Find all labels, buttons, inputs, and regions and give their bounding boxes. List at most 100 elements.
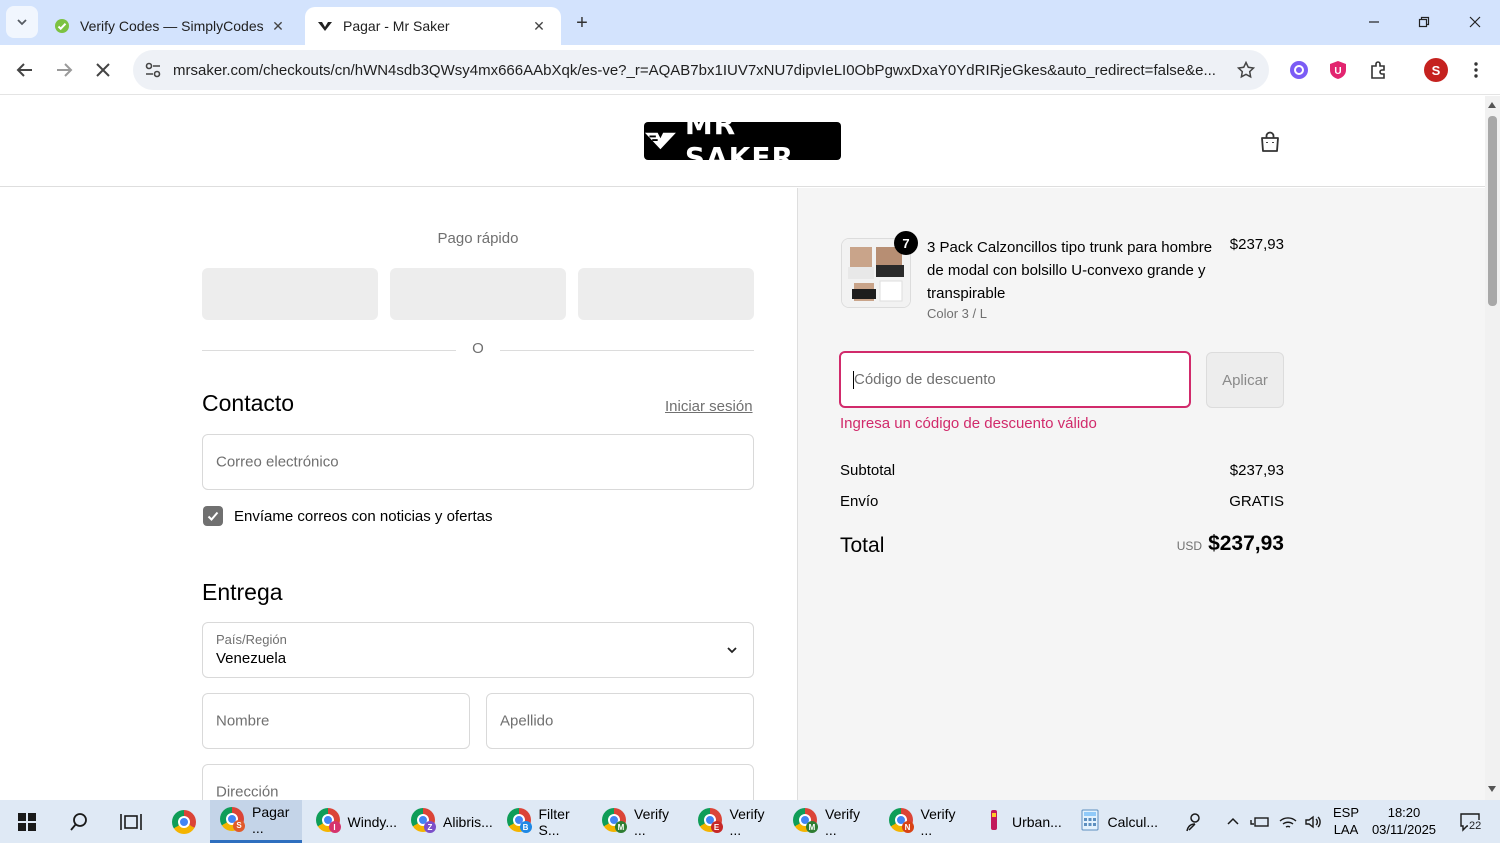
search-icon	[70, 812, 87, 831]
profile-badge: E	[710, 821, 723, 833]
quantity-badge: 7	[894, 231, 918, 255]
new-tab-button[interactable]: +	[570, 11, 594, 35]
taskbar-app-label: Verify ...	[920, 805, 956, 838]
tab-title: Pagar - Mr Saker	[343, 18, 450, 34]
profile-badge: N	[901, 821, 914, 833]
taskbar-app-label: Verify ...	[729, 805, 765, 838]
language-code: ESP	[1332, 805, 1359, 820]
restore-icon	[1418, 16, 1430, 28]
taskbar-app-button[interactable]: E Verify ...	[688, 800, 780, 843]
close-tab-icon[interactable]: ✕	[529, 16, 549, 36]
page-scrollbar[interactable]	[1485, 96, 1500, 800]
taskbar-chrome-pinned[interactable]	[164, 800, 204, 843]
battery-tray-icon[interactable]	[1248, 800, 1272, 843]
taskbar-app-button[interactable]: M Verify ...	[592, 800, 684, 843]
taskbar-search-button[interactable]	[60, 800, 98, 843]
restore-button[interactable]	[1408, 8, 1440, 36]
chevron-down-icon	[17, 19, 27, 26]
profile-badge: I	[328, 821, 341, 833]
taskbar-app-label: Urban...	[1012, 813, 1062, 830]
start-button[interactable]	[8, 800, 46, 843]
forward-button[interactable]	[49, 55, 79, 85]
express-pay-button-1[interactable]	[202, 268, 378, 320]
site-settings-icon[interactable]	[133, 61, 173, 79]
browser-menu-icon[interactable]	[1463, 57, 1489, 83]
notification-count: 22	[1468, 820, 1483, 832]
taskbar-app-button[interactable]: S Pagar ...	[210, 800, 302, 843]
express-pay-button-2[interactable]	[390, 268, 566, 320]
taskbar-app-button[interactable]: Urban...	[974, 800, 1066, 843]
profile-avatar[interactable]: S	[1423, 57, 1449, 83]
scroll-up-arrow-icon[interactable]	[1488, 102, 1496, 108]
taskbar-app-label: Alibris...	[443, 813, 493, 830]
extensions-puzzle-icon[interactable]	[1365, 57, 1391, 83]
country-select[interactable]: País/Región Venezuela	[202, 622, 754, 678]
newsletter-label[interactable]: Envíame correos con noticias y ofertas	[234, 508, 492, 525]
tab-simplycodes[interactable]: Verify Codes — SimplyCodes ✕	[42, 7, 300, 45]
apply-discount-button[interactable]: Aplicar	[1206, 352, 1284, 408]
volume-tray-icon[interactable]	[1302, 800, 1326, 843]
clock-time: 18:20	[1387, 805, 1421, 820]
chrome-icon: Z	[411, 808, 436, 835]
profile-badge: M	[806, 821, 818, 833]
input-language[interactable]: ESP LAA	[1330, 804, 1362, 838]
last-name-placeholder: Apellido	[500, 712, 554, 730]
tab-mrsaker[interactable]: Pagar - Mr Saker ✕	[305, 7, 561, 45]
profile-badge: B	[519, 821, 532, 833]
taskbar-app-button[interactable]: M Verify ...	[783, 800, 875, 843]
scroll-down-arrow-icon[interactable]	[1488, 786, 1496, 792]
newsletter-checkbox[interactable]	[203, 506, 223, 526]
divider-line	[500, 350, 754, 351]
email-field[interactable]: Correo electrónico	[202, 434, 754, 490]
scrollbar-thumb[interactable]	[1488, 116, 1497, 306]
shipping-value: GRATIS	[1229, 493, 1284, 510]
mrsaker-logo[interactable]: MR SAKER	[644, 108, 841, 174]
shopping-bag-icon	[1261, 131, 1279, 152]
express-pay-button-3[interactable]	[578, 268, 754, 320]
checkout-page: MR SAKER Pago rápido O Contacto Iniciar …	[0, 96, 1485, 800]
minimize-button[interactable]	[1358, 8, 1390, 36]
people-button[interactable]	[1180, 800, 1208, 843]
svg-text:U: U	[1334, 66, 1341, 77]
mrsaker-favicon-icon	[317, 18, 333, 34]
wifi-tray-icon[interactable]	[1276, 800, 1300, 843]
extension-ublock-icon[interactable]: U	[1325, 57, 1351, 83]
stop-loading-button[interactable]	[88, 55, 118, 85]
notifications-button[interactable]: 22	[1452, 800, 1488, 843]
bookmark-star-icon[interactable]	[1223, 61, 1269, 79]
taskbar-app-button[interactable]: Z Alibris...	[401, 800, 493, 843]
cart-button[interactable]	[1256, 128, 1284, 156]
extension-copilot-icon[interactable]	[1286, 57, 1312, 83]
keyboard-layout: LAA	[1333, 822, 1359, 837]
task-view-button[interactable]	[112, 800, 150, 843]
tab-search-button[interactable]	[6, 6, 38, 38]
logo-text: MR SAKER	[684, 108, 795, 174]
checkmark-icon	[207, 511, 219, 521]
site-header: MR SAKER	[0, 96, 1485, 187]
taskbar-app-button[interactable]: N Verify ...	[879, 800, 971, 843]
email-placeholder: Correo electrónico	[216, 453, 339, 471]
people-icon	[1186, 812, 1200, 831]
address-field[interactable]: Dirección	[202, 764, 754, 800]
taskbar-app-button[interactable]: B Filter S...	[497, 800, 589, 843]
login-link[interactable]: Iniciar sesión	[665, 398, 753, 415]
chrome-icon: I	[315, 808, 341, 835]
taskbar-app-button[interactable]: Calcul...	[1070, 800, 1162, 843]
show-hidden-icons-button[interactable]	[1222, 800, 1244, 843]
simplycodes-favicon-icon	[54, 18, 70, 34]
chrome-icon: M	[602, 808, 627, 835]
clock[interactable]: 18:20 03/11/2025	[1368, 804, 1440, 838]
last-name-field[interactable]: Apellido	[486, 693, 754, 749]
first-name-field[interactable]: Nombre	[202, 693, 470, 749]
close-window-button[interactable]	[1459, 8, 1491, 36]
taskbar-app-label: Filter S...	[538, 805, 570, 838]
taskbar-app-button[interactable]: I Windy...	[306, 800, 398, 843]
profile-badge: S	[233, 819, 245, 832]
address-bar[interactable]: mrsaker.com/checkouts/cn/hWN4sdb3QWsy4mx…	[133, 50, 1269, 90]
close-tab-icon[interactable]: ✕	[268, 16, 288, 36]
contact-heading: Contacto	[202, 390, 295, 416]
back-button[interactable]	[10, 55, 40, 85]
discount-code-input[interactable]: Código de descuento	[839, 351, 1191, 408]
task-view-icon	[120, 813, 142, 830]
profile-badge: M	[615, 821, 627, 833]
